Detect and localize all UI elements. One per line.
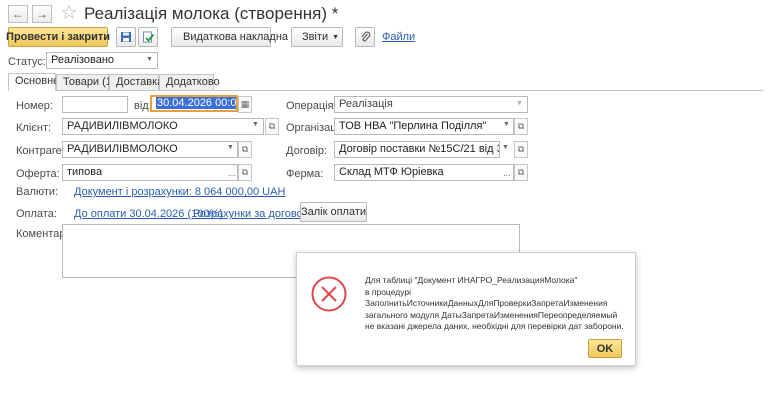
contract-open-button[interactable]: ⧉ <box>514 141 528 158</box>
offer-label: Оферта: <box>16 168 60 180</box>
ellipsis-icon: ... <box>503 167 511 178</box>
invoice-print-button[interactable]: Видаткова накладна <box>171 27 288 47</box>
chevron-down-icon: ▼ <box>332 33 340 41</box>
page-title: Реалізація молока (створення) * <box>84 4 339 23</box>
tab-delivery[interactable]: Доставка <box>109 74 163 90</box>
operation-select[interactable]: Реалізація <box>334 96 528 113</box>
open-window-icon: ⧉ <box>241 144 249 154</box>
reports-button[interactable]: Звіти ▼ <box>291 27 343 47</box>
error-icon <box>311 276 347 312</box>
offer-open-button[interactable]: ⧉ <box>238 164 252 181</box>
ok-button[interactable]: OK <box>588 339 622 358</box>
favorite-star-icon[interactable]: ☆ <box>60 2 78 24</box>
chevron-down-icon: ▼ <box>252 121 259 128</box>
organization-field[interactable]: ТОВ НВА "Перлина Поділля" <box>334 118 514 135</box>
counterparty-open-button[interactable]: ⧉ <box>238 141 252 158</box>
open-window-icon: ⧉ <box>517 167 525 177</box>
operation-label: Операція: <box>286 100 337 112</box>
post-and-close-button[interactable]: Провести і закрити <box>6 27 110 47</box>
tab-strip-border <box>8 90 763 91</box>
offer-select-button[interactable]: ... <box>225 164 239 181</box>
forward-button[interactable]: → <box>32 5 52 23</box>
chevron-down-icon: ▼ <box>227 144 234 151</box>
open-window-icon: ⧉ <box>268 121 276 131</box>
client-open-button[interactable]: ⧉ <box>265 118 279 135</box>
number-label: Номер: <box>16 100 53 112</box>
arrow-left-icon: ← <box>12 7 24 21</box>
paperclip-icon <box>360 31 370 42</box>
tab-additional[interactable]: Додатково <box>159 74 220 90</box>
arrow-right-icon: → <box>36 7 48 21</box>
post-button[interactable] <box>138 27 158 47</box>
save-button[interactable] <box>116 27 136 47</box>
contract-label: Договір: <box>286 145 328 157</box>
farm-select-button[interactable]: ... <box>500 164 514 181</box>
client-field[interactable]: РАДИВИЛІВМОЛОКО <box>62 118 264 135</box>
calendar-icon: ▦ <box>240 99 250 109</box>
farm-open-button[interactable]: ⧉ <box>514 164 528 181</box>
chevron-down-icon: ▼ <box>516 100 523 107</box>
organization-open-button[interactable]: ⧉ <box>514 118 528 135</box>
back-button[interactable]: ← <box>8 5 28 23</box>
calendar-button[interactable]: ▦ <box>238 96 252 113</box>
farm-label: Ферма: <box>286 168 324 180</box>
farm-field[interactable]: Склад МТФ Юріевка <box>334 164 514 181</box>
client-label: Клієнт: <box>16 122 52 134</box>
open-window-icon: ⧉ <box>517 121 525 131</box>
date-field[interactable]: 30.04.2026 00:00:00 <box>150 95 238 112</box>
comment-label: Коментар: <box>16 228 69 240</box>
chevron-down-icon: ▼ <box>503 121 510 128</box>
error-message: Для таблиці "Документ ИНАГРО_РеализацияМ… <box>365 275 624 331</box>
contract-field[interactable]: Договір поставки №15С/21 від 30.12.2021 <box>334 141 500 158</box>
offer-field[interactable]: типова <box>62 164 238 181</box>
files-link[interactable]: Файли <box>382 31 415 43</box>
tab-main[interactable]: Основне <box>8 73 59 91</box>
post-document-icon <box>142 31 154 42</box>
open-window-icon: ⧉ <box>241 167 249 177</box>
status-label: Статус: <box>8 56 46 68</box>
currency-label: Валюти: <box>16 186 59 198</box>
attach-button[interactable] <box>355 27 375 47</box>
payment-label: Оплата: <box>16 208 57 220</box>
number-field[interactable] <box>62 96 128 113</box>
status-select[interactable]: Реалізовано <box>46 52 158 69</box>
chevron-down-icon: ▼ <box>502 144 509 151</box>
tab-goods[interactable]: Товари (1) <box>56 74 116 90</box>
floppy-disk-icon <box>121 32 131 42</box>
ellipsis-icon: ... <box>228 167 236 178</box>
counterparty-field[interactable]: РАДИВИЛІВМОЛОКО <box>62 141 238 158</box>
payment-offset-button[interactable]: Залік оплати <box>300 202 367 222</box>
currency-settlement-link[interactable]: Документ і розрахунки: 8 064 000,00 UAH <box>74 186 285 198</box>
open-window-icon: ⧉ <box>517 144 525 154</box>
error-dialog: Для таблиці "Документ ИНАГРО_РеализацияМ… <box>296 252 636 366</box>
chevron-down-icon: ▼ <box>146 56 153 63</box>
